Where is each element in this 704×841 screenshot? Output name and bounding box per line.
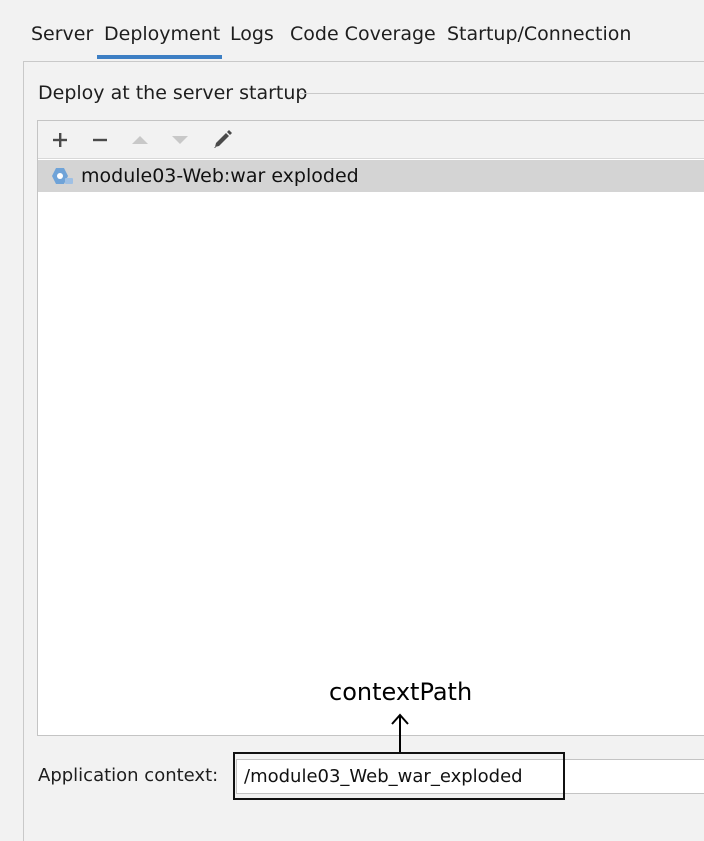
plus-icon xyxy=(53,133,67,147)
arrow-up-annotation-icon xyxy=(391,713,409,752)
deploy-artifact-list[interactable] xyxy=(37,120,704,736)
context-path-annotation: contextPath xyxy=(329,678,473,706)
artifact-icon xyxy=(52,166,74,190)
add-artifact-button[interactable] xyxy=(46,124,74,156)
tab-deployment[interactable]: Deployment xyxy=(104,22,220,46)
tab-code-coverage[interactable]: Code Coverage xyxy=(290,22,436,46)
remove-artifact-button[interactable] xyxy=(86,124,114,156)
arrow-down-icon xyxy=(172,136,188,144)
tab-bar: Server Deployment Logs Code Coverage Sta… xyxy=(0,0,704,60)
arrow-up-icon xyxy=(132,136,148,144)
artifact-label: module03-Web:war exploded xyxy=(81,165,359,187)
tab-startup-connection[interactable]: Startup/Connection xyxy=(447,22,631,46)
application-context-label: Application context: xyxy=(38,765,219,786)
list-item[interactable]: module03-Web:war exploded xyxy=(38,160,704,192)
group-separator xyxy=(300,93,704,94)
pencil-icon xyxy=(214,130,232,148)
move-down-button[interactable] xyxy=(166,124,194,156)
tab-server[interactable]: Server xyxy=(31,22,93,46)
annotation-highlight-box xyxy=(233,752,565,800)
active-tab-indicator xyxy=(97,55,222,59)
edit-artifact-button[interactable] xyxy=(208,124,236,156)
minus-icon xyxy=(93,138,107,142)
move-up-button[interactable] xyxy=(126,124,154,156)
deploy-group-label: Deploy at the server startup xyxy=(38,81,316,105)
tab-logs[interactable]: Logs xyxy=(230,22,274,46)
